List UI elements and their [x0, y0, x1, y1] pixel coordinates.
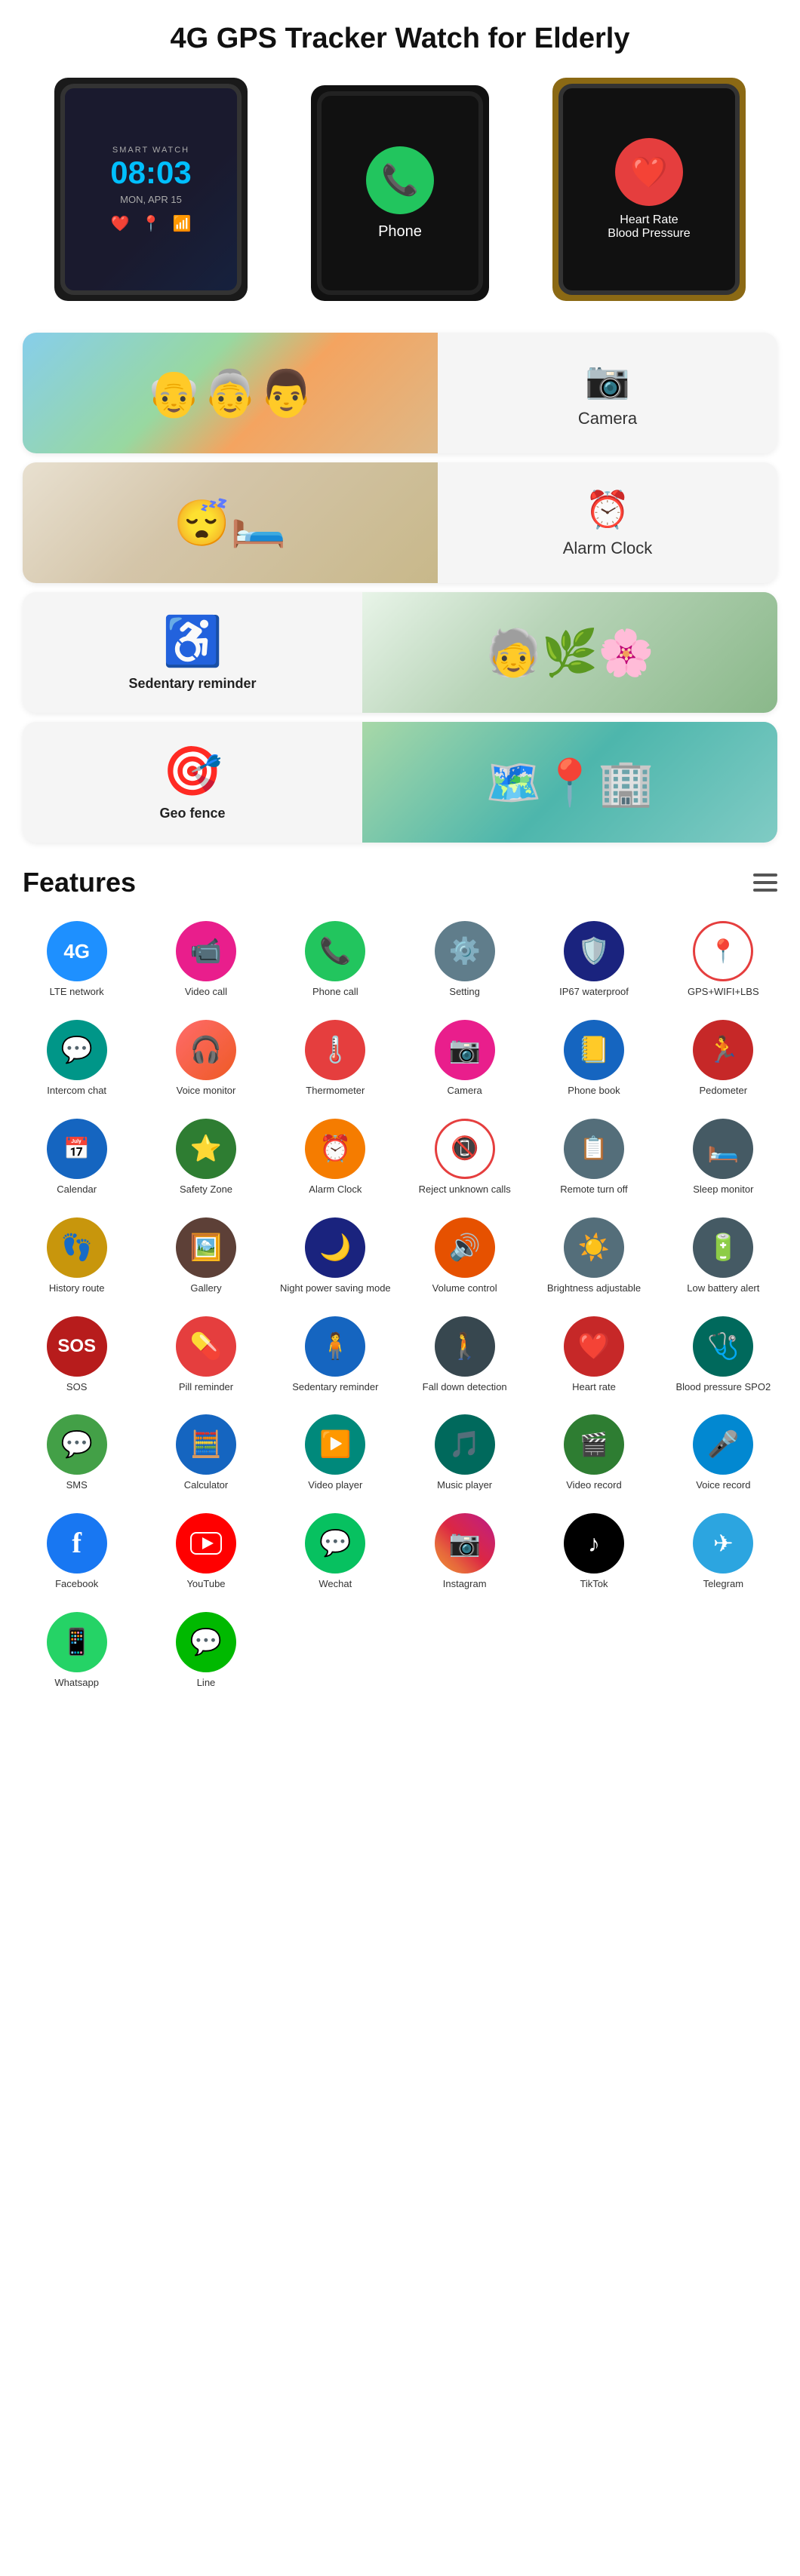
feature-youtube: YouTube	[144, 1506, 267, 1598]
feature-tiktok: ♪ TikTok	[532, 1506, 655, 1598]
feature-calendar: 📅 Calendar	[15, 1111, 138, 1204]
features-title: Features	[23, 867, 136, 898]
feature-telegram: ✈ Telegram	[662, 1506, 785, 1598]
geofence-banner: 🎯 Geo fence 🗺️📍🏢	[23, 722, 777, 843]
feature-sleep: 🛏️ Sleep monitor	[662, 1111, 785, 1204]
feature-alarm-clock: ⏰ Alarm Clock	[274, 1111, 397, 1204]
feature-blood: 🩺 Blood pressure SPO2	[662, 1309, 785, 1402]
feature-history: 👣 History route	[15, 1210, 138, 1303]
alarm-banner: 😴🛏️ ⏰ Alarm Clock	[23, 462, 777, 583]
alarm-banner-right: ⏰ Alarm Clock	[438, 488, 777, 558]
feature-sos: SOS SOS	[15, 1309, 138, 1402]
feature-voice-monitor: 🎧 Voice monitor	[144, 1012, 267, 1105]
feature-phonebook: 📒 Phone book	[532, 1012, 655, 1105]
feature-gallery: 🖼️ Gallery	[144, 1210, 267, 1303]
feature-setting: ⚙️ Setting	[403, 913, 526, 1006]
geofence-label: Geo fence	[159, 806, 225, 821]
feature-phone-call: 📞 Phone call	[274, 913, 397, 1006]
camera-banner: 👴👵👨 📷 Camera	[23, 333, 777, 453]
sleep-photo: 😴🛏️	[23, 462, 438, 583]
sedentary-label: Sedentary reminder	[128, 676, 256, 692]
feature-ip67: 🛡️ IP67 waterproof	[532, 913, 655, 1006]
feature-reject: 📵 Reject unknown calls	[403, 1111, 526, 1204]
feature-wechat: 💬 Wechat	[274, 1506, 397, 1598]
feature-whatsapp: 📱 Whatsapp	[15, 1604, 138, 1697]
feature-falldown: 🚶 Fall down detection	[403, 1309, 526, 1402]
feature-thermometer: 🌡️ Thermometer	[274, 1012, 397, 1105]
feature-pill: 💊 Pill reminder	[144, 1309, 267, 1402]
feature-camera: 📷 Camera	[403, 1012, 526, 1105]
feature-calculator: 🧮 Calculator	[144, 1407, 267, 1500]
alarm-icon: ⏰	[585, 488, 630, 531]
feature-lte: 4G LTE network	[15, 913, 138, 1006]
feature-facebook: f Facebook	[15, 1506, 138, 1598]
sedentary-left: ♿ Sedentary reminder	[23, 613, 362, 692]
hamburger-icon[interactable]	[753, 874, 777, 892]
sedentary-icon: ♿	[162, 613, 223, 670]
features-grid: 4G LTE network 📹 Video call 📞 Phone call…	[0, 906, 800, 1720]
feature-pedometer: 🏃 Pedometer	[662, 1012, 785, 1105]
feature-battery: 🔋 Low battery alert	[662, 1210, 785, 1303]
sedentary-banner: ♿ Sedentary reminder 🧓🌿🌸	[23, 592, 777, 713]
feature-video-record: 🎬 Video record	[532, 1407, 655, 1500]
geofence-icon: 🎯	[162, 743, 223, 800]
watch-face-1: SMART WATCH 08:03 MON, APR 15 ❤️ 📍 📶	[60, 84, 242, 295]
feature-intercom: 💬 Intercom chat	[15, 1012, 138, 1105]
watch-1: SMART WATCH 08:03 MON, APR 15 ❤️ 📍 📶	[30, 78, 272, 301]
alarm-label: Alarm Clock	[563, 539, 653, 558]
feature-remote: 📋 Remote turn off	[532, 1111, 655, 1204]
feature-voice-record: 🎤 Voice record	[662, 1407, 785, 1500]
watch-face-3: ❤️ Heart RateBlood Pressure	[558, 84, 740, 295]
geofence-left: 🎯 Geo fence	[23, 743, 362, 821]
feature-gps: 📍 GPS+WIFI+LBS	[662, 913, 785, 1006]
features-header: Features	[0, 852, 800, 906]
page-title: 4G GPS Tracker Watch for Elderly	[0, 0, 800, 70]
feature-sedentary: 🧍 Sedentary reminder	[274, 1309, 397, 1402]
feature-sms: 💬 SMS	[15, 1407, 138, 1500]
feature-music: 🎵 Music player	[403, 1407, 526, 1500]
feature-video-player: ▶️ Video player	[274, 1407, 397, 1500]
feature-night: 🌙 Night power saving mode	[274, 1210, 397, 1303]
watch-row: SMART WATCH 08:03 MON, APR 15 ❤️ 📍 📶 📞 P…	[0, 70, 800, 324]
feature-safety: ⭐ Safety Zone	[144, 1111, 267, 1204]
senior-photo: 🧓🌿🌸	[362, 592, 777, 713]
camera-banner-right: 📷 Camera	[438, 358, 777, 428]
feature-heartrate: ❤️ Heart rate	[532, 1309, 655, 1402]
feature-volume: 🔊 Volume control	[403, 1210, 526, 1303]
watch-phone-label: Phone	[378, 223, 422, 241]
watch-face-2: 📞 Phone	[317, 91, 483, 295]
feature-line: 💬 Line	[144, 1604, 267, 1697]
camera-label: Camera	[578, 409, 637, 428]
map-photo: 🗺️📍🏢	[362, 722, 777, 843]
feature-instagram: 📷 Instagram	[403, 1506, 526, 1598]
watch-2: 📞 Phone	[279, 85, 521, 301]
elderly-photo: 👴👵👨	[23, 333, 438, 453]
camera-icon: 📷	[585, 358, 630, 401]
watch-3: ❤️ Heart RateBlood Pressure	[528, 78, 770, 301]
feature-video-call: 📹 Video call	[144, 913, 267, 1006]
feature-brightness: ☀️ Brightness adjustable	[532, 1210, 655, 1303]
